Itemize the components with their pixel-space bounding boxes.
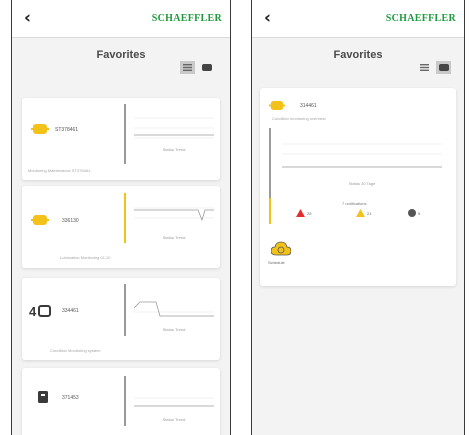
page-title: Favorites <box>333 49 383 61</box>
chart-caption: Status Trend <box>162 235 186 240</box>
chart-caption: Status 30 Tage <box>348 181 376 186</box>
chart-caption: Status Trend <box>162 327 186 332</box>
tile-view-icon[interactable] <box>436 61 451 74</box>
tile-view-icon[interactable] <box>199 61 214 74</box>
card-footer: Monitoring Maintenance ST378461 <box>28 168 91 173</box>
sensor-warning-icon <box>30 212 50 228</box>
device-name: ST378461 <box>55 127 79 133</box>
alarm-count[interactable]: 25 <box>296 209 311 217</box>
alarm-count-value: 25 <box>307 210 312 216</box>
svg-text:4: 4 <box>29 304 37 318</box>
list-view-icon[interactable] <box>417 61 432 74</box>
favorite-tile[interactable]: 314461 Condition monitoring overview Sta… <box>260 88 456 286</box>
status-bar <box>124 376 126 426</box>
notifications-label: 7 notifications <box>342 201 367 206</box>
info-count-value: 5 <box>418 210 421 216</box>
info-count[interactable]: 5 <box>408 209 420 217</box>
view-toggle <box>180 61 214 74</box>
status-trend-chart <box>282 143 442 168</box>
view-toggle <box>417 61 451 74</box>
chart-caption: Status Trend <box>162 147 186 152</box>
sensor-icon <box>268 98 286 112</box>
brand-logo: SCHAEFFLER <box>151 13 222 24</box>
device-name: 334461 <box>62 308 79 314</box>
card-footer: Condition Monitoring system <box>50 348 101 353</box>
back-button[interactable]: ‹ <box>264 9 271 27</box>
warning-count[interactable]: 21 <box>356 209 371 217</box>
page-title: Favorites <box>96 49 146 61</box>
cloud-sync-icon[interactable] <box>270 240 292 258</box>
app-header: ‹ SCHAEFFLER <box>12 0 230 38</box>
phone-screen-tile: ‹ SCHAEFFLER Favorites 314461 Condition … <box>251 0 465 435</box>
back-button[interactable]: ‹ <box>24 9 31 27</box>
info-circle-gray-icon <box>408 209 416 217</box>
device-name: 371453 <box>62 395 79 401</box>
sensor-icon <box>30 121 50 137</box>
favorite-card[interactable]: 4 334461 Status Trend Condition Monitori… <box>22 278 220 360</box>
status-bar <box>124 284 126 336</box>
card-footer: Lubrication Monitoring 01.10 <box>60 255 111 260</box>
list-view-icon[interactable] <box>180 61 195 74</box>
status-trend-chart <box>134 301 214 317</box>
favorite-card[interactable]: 371453 Status Trend <box>22 368 220 435</box>
brand-logo: SCHAEFFLER <box>385 13 456 24</box>
warning-triangle-yellow-icon <box>356 209 365 217</box>
schedule-label: Schedule <box>268 260 285 265</box>
chart-caption: Status Trend <box>162 417 186 422</box>
alarm-triangle-red-icon <box>296 209 305 217</box>
status-bar <box>124 104 126 164</box>
tile-subtitle: Condition monitoring overview <box>272 116 326 121</box>
warning-status-bar <box>269 198 271 224</box>
gateway-icon <box>36 390 50 404</box>
app-header: ‹ SCHAEFFLER <box>252 0 464 38</box>
sensor-4g-icon: 4 <box>28 302 54 320</box>
favorite-card[interactable]: ST378461 Status Trend Monitoring Mainten… <box>22 98 220 180</box>
status-trend-chart <box>134 117 214 139</box>
status-trend-chart <box>134 397 214 407</box>
status-bar <box>269 128 271 198</box>
device-name: 336130 <box>62 218 79 224</box>
status-trend-chart <box>134 207 214 222</box>
device-name: 314461 <box>300 103 317 109</box>
favorite-card[interactable]: 336130 Status Trend Lubrication Monitori… <box>22 186 220 268</box>
warning-count-value: 21 <box>367 210 372 216</box>
status-bar <box>124 193 126 243</box>
phone-screen-list: ‹ SCHAEFFLER Favorites ST378461 Status T… <box>11 0 231 435</box>
